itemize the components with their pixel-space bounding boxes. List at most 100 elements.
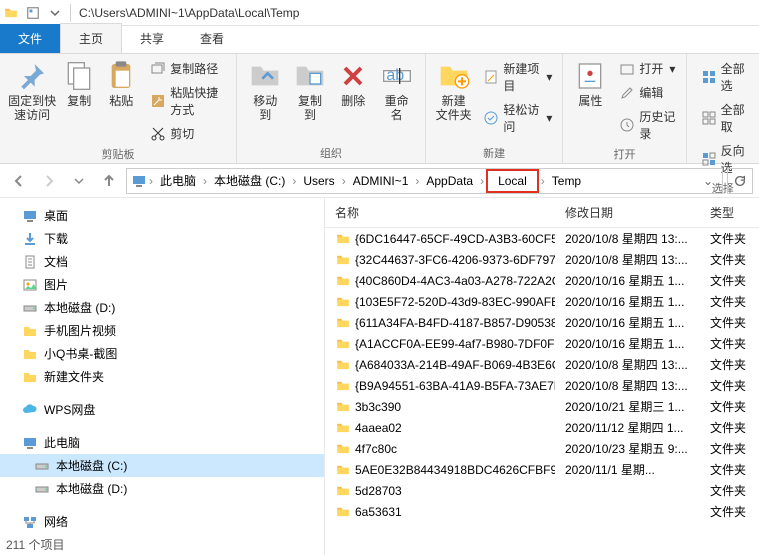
file-row[interactable]: {103E5F72-520D-43d9-83EC-990AFB0...2020/… — [325, 291, 759, 312]
copy-to-button[interactable]: 复制到 — [288, 58, 333, 124]
paste-shortcut-button[interactable]: 粘贴快捷方式 — [146, 82, 230, 120]
tab-view[interactable]: 查看 — [182, 24, 242, 53]
pin-button[interactable]: 固定到快 速访问 — [6, 58, 58, 124]
cut-button[interactable]: 剪切 — [146, 123, 230, 144]
file-row[interactable]: 4aaea022020/11/12 星期四 1...文件夹 — [325, 417, 759, 438]
file-name: 4f7c80c — [355, 442, 397, 456]
copy-path-button[interactable]: 复制路径 — [146, 58, 230, 79]
address-dropdown[interactable]: ⌄ — [698, 174, 718, 188]
download-icon — [22, 231, 38, 247]
nav-this-pc[interactable]: 此电脑 — [0, 431, 324, 454]
file-rows[interactable]: {6DC16447-65CF-49CD-A3B3-60CF59... 2020/1… — [325, 228, 759, 555]
file-row[interactable]: {A684033A-214B-49AF-B069-4B3E6C...2020/1… — [325, 354, 759, 375]
copyto-icon — [294, 60, 326, 92]
nav-item[interactable]: 桌面 — [0, 204, 324, 227]
properties-button[interactable]: 属性 — [569, 58, 611, 110]
select-none-button[interactable]: 全部取 — [697, 99, 753, 137]
navigation-pane[interactable]: 桌面下载文档图片本地磁盘 (D:)手机图片视频小Q书桌-截图新建文件夹 WPS网… — [0, 198, 325, 555]
new-folder-button[interactable]: 新建 文件夹 — [432, 58, 475, 124]
picture-icon — [22, 277, 38, 293]
chevron-right-icon[interactable]: › — [413, 174, 421, 188]
breadcrumb-segment[interactable]: Local — [486, 169, 539, 193]
breadcrumb-segment[interactable]: 此电脑 — [155, 169, 201, 193]
file-type: 文件夹 — [700, 377, 759, 394]
file-date: 2020/10/21 星期三 1... — [555, 398, 700, 415]
recent-dropdown[interactable] — [66, 168, 92, 194]
nav-drive[interactable]: 本地磁盘 (C:) — [0, 454, 324, 477]
breadcrumb-segment[interactable]: Users — [298, 169, 339, 193]
qat-properties-icon[interactable] — [22, 2, 44, 24]
column-name[interactable]: 名称 — [325, 204, 555, 221]
file-type: 文件夹 — [700, 356, 759, 373]
file-row[interactable]: {611A34FA-B4FD-4187-B857-D90538...2020/1… — [325, 312, 759, 333]
nav-item[interactable]: 新建文件夹 — [0, 365, 324, 388]
file-row[interactable]: {40C860D4-4AC3-4a03-A278-722A2C...2020/1… — [325, 270, 759, 291]
edit-button[interactable]: 编辑 — [615, 82, 679, 103]
shortcut-icon — [150, 93, 166, 109]
file-row[interactable]: 5d28703文件夹 — [325, 480, 759, 501]
chevron-right-icon[interactable]: › — [290, 174, 298, 188]
file-row[interactable]: {32C44637-3FC6-4206-9373-6DF7971...2020/… — [325, 249, 759, 270]
file-name: {103E5F72-520D-43d9-83EC-990AFB0... — [355, 295, 555, 309]
ribbon-group-clipboard: 固定到快 速访问 复制 粘贴 复制路径 粘贴快捷方式 剪切 剪贴板 — [0, 54, 237, 163]
column-date[interactable]: 修改日期 — [555, 204, 700, 221]
nav-item[interactable]: 本地磁盘 (D:) — [0, 296, 324, 319]
up-button[interactable] — [96, 168, 122, 194]
file-name: 4aaea02 — [355, 421, 402, 435]
status-bar: 211 个项目 — [0, 534, 70, 555]
nav-wps[interactable]: WPS网盘 — [0, 398, 324, 421]
back-button[interactable] — [6, 168, 32, 194]
history-button[interactable]: 历史记录 — [615, 106, 679, 144]
nav-item[interactable]: 下载 — [0, 227, 324, 250]
breadcrumb-segment[interactable]: ADMINI~1 — [348, 169, 414, 193]
window-title: C:\Users\ADMINI~1\AppData\Local\Temp — [79, 6, 299, 20]
file-name: {6DC16447-65CF-49CD-A3B3-60CF59... — [355, 232, 555, 246]
chevron-right-icon[interactable]: › — [340, 174, 348, 188]
drive-icon — [22, 300, 38, 316]
select-all-button[interactable]: 全部选 — [697, 58, 753, 96]
chevron-right-icon[interactable]: › — [539, 174, 547, 188]
new-item-button[interactable]: 新建项目▾ — [479, 58, 556, 96]
ribbon-group-new: 新建 文件夹 新建项目▾ 轻松访问▾ 新建 — [426, 54, 563, 163]
file-row[interactable]: {6DC16447-65CF-49CD-A3B3-60CF59...2020/1… — [325, 228, 759, 249]
folder-app-icon — [0, 2, 22, 24]
nav-item[interactable]: 小Q书桌-截图 — [0, 342, 324, 365]
easy-access-button[interactable]: 轻松访问▾ — [479, 99, 556, 137]
file-row[interactable]: 4f7c80c2020/10/23 星期五 9:...文件夹 — [325, 438, 759, 459]
file-row[interactable]: 5AE0E32B84434918BDC4626CFBF94A...2020/11… — [325, 459, 759, 480]
chevron-right-icon[interactable]: › — [147, 174, 155, 188]
address-bar: › 此电脑›本地磁盘 (C:)›Users›ADMINI~1›AppData›L… — [0, 164, 759, 198]
tab-share[interactable]: 共享 — [122, 24, 182, 53]
move-to-button[interactable]: 移动到 — [243, 58, 288, 124]
paste-button[interactable]: 粘贴 — [100, 58, 142, 110]
breadcrumb[interactable]: › 此电脑›本地磁盘 (C:)›Users›ADMINI~1›AppData›L… — [126, 168, 723, 194]
nav-item[interactable]: 文档 — [0, 250, 324, 273]
column-type[interactable]: 类型 — [700, 204, 759, 221]
rename-button[interactable]: ab重命名 — [374, 58, 419, 124]
nav-drive[interactable]: 本地磁盘 (D:) — [0, 477, 324, 500]
breadcrumb-segment[interactable]: 本地磁盘 (C:) — [209, 169, 290, 193]
breadcrumb-segment[interactable]: Temp — [547, 169, 586, 193]
forward-button[interactable] — [36, 168, 62, 194]
desktop-icon — [22, 208, 38, 224]
open-button[interactable]: 打开▾ — [615, 58, 679, 79]
breadcrumb-segment[interactable]: AppData — [421, 169, 478, 193]
delete-button[interactable]: 删除 — [332, 58, 374, 110]
copy-button[interactable]: 复制 — [58, 58, 100, 110]
chevron-right-icon[interactable]: › — [201, 174, 209, 188]
nav-network[interactable]: 网络 — [0, 510, 324, 533]
file-type: 文件夹 — [700, 272, 759, 289]
tab-home[interactable]: 主页 — [60, 23, 122, 53]
nav-item[interactable]: 图片 — [0, 273, 324, 296]
file-type: 文件夹 — [700, 335, 759, 352]
chevron-right-icon[interactable]: › — [478, 174, 486, 188]
qat-dropdown-icon[interactable] — [44, 2, 66, 24]
file-row[interactable]: {B9A94551-63BA-41A9-B5FA-73AE7F...2020/1… — [325, 375, 759, 396]
rename-icon: ab — [381, 60, 413, 92]
nav-item[interactable]: 手机图片视频 — [0, 319, 324, 342]
file-row[interactable]: {A1ACCF0A-EE99-4af7-B980-7DF0F50...2020/… — [325, 333, 759, 354]
tab-file[interactable]: 文件 — [0, 24, 60, 53]
file-row[interactable]: 3b3c3902020/10/21 星期三 1...文件夹 — [325, 396, 759, 417]
file-row[interactable]: 6a53631文件夹 — [325, 501, 759, 522]
refresh-button[interactable] — [727, 168, 753, 194]
